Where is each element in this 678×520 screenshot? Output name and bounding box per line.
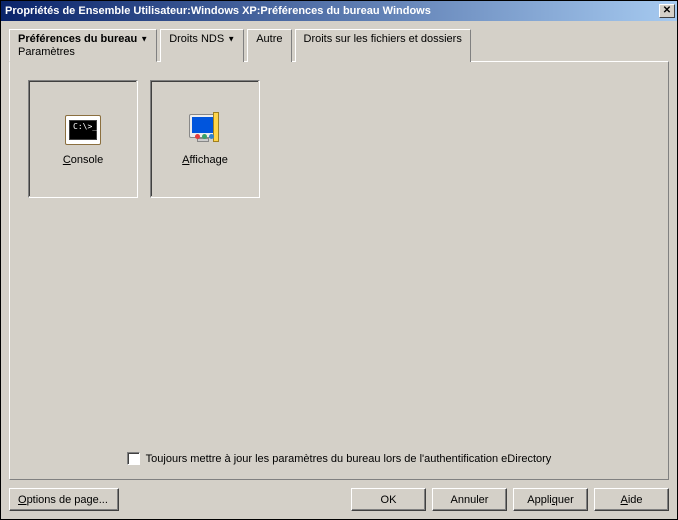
console-icon: C:\>_ (63, 112, 103, 148)
item-label: Console (63, 154, 103, 166)
items-row: C:\>_ Console (28, 80, 650, 198)
button-row: Options de page... OK Annuler Appliquer … (9, 488, 669, 511)
close-button[interactable]: ✕ (659, 4, 675, 18)
dialog-window: Propriétés de Ensemble Utilisateur:Windo… (0, 0, 678, 520)
item-label: Affichage (182, 154, 228, 166)
chevron-down-icon: ▼ (140, 35, 148, 44)
cancel-button[interactable]: Annuler (432, 488, 507, 511)
chevron-down-icon: ▼ (227, 35, 235, 44)
tab-label: Droits NDS (169, 33, 224, 45)
tab-panel: C:\>_ Console (9, 61, 669, 480)
checkbox-row: Toujours mettre à jour les paramètres du… (10, 452, 668, 465)
window-title: Propriétés de Ensemble Utilisateur:Windo… (5, 5, 431, 17)
checkbox-label: Toujours mettre à jour les paramètres du… (146, 453, 552, 465)
titlebar: Propriétés de Ensemble Utilisateur:Windo… (1, 1, 677, 21)
tab-other[interactable]: Autre (247, 29, 291, 62)
tab-file-folder-rights[interactable]: Droits sur les fichiers et dossiers (295, 29, 471, 62)
item-display[interactable]: Affichage (150, 80, 260, 198)
tab-label: Préférences du bureau (18, 33, 137, 45)
item-console[interactable]: C:\>_ Console (28, 80, 138, 198)
tabs-row: Préférences du bureau ▼ Paramètres Droit… (9, 29, 669, 62)
ok-button[interactable]: OK (351, 488, 426, 511)
checkbox-always-update[interactable] (127, 452, 140, 465)
tab-desktop-prefs[interactable]: Préférences du bureau ▼ Paramètres (9, 29, 157, 62)
page-options-button[interactable]: Options de page... (9, 488, 119, 511)
display-icon (185, 112, 225, 148)
tab-sublabel: Paramètres (18, 46, 148, 58)
body-area: Préférences du bureau ▼ Paramètres Droit… (1, 21, 677, 519)
apply-button[interactable]: Appliquer (513, 488, 588, 511)
tab-label: Droits sur les fichiers et dossiers (304, 33, 462, 45)
tab-label: Autre (256, 33, 282, 45)
help-button[interactable]: Aide (594, 488, 669, 511)
tab-nds-rights[interactable]: Droits NDS ▼ (160, 29, 244, 62)
